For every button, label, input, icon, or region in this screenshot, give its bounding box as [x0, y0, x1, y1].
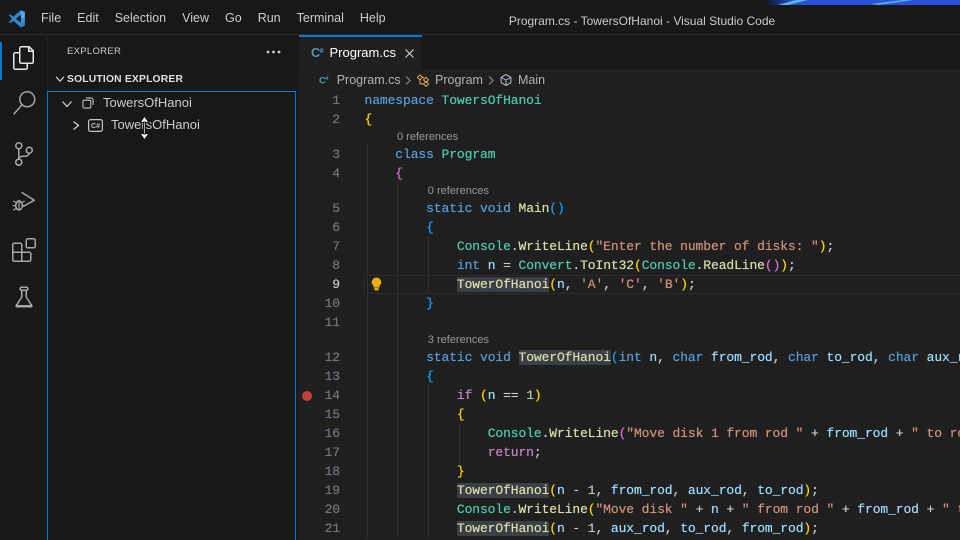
svg-text:#: # — [326, 76, 329, 82]
svg-text:#: # — [319, 46, 324, 55]
svg-text:C#: C# — [91, 123, 100, 130]
